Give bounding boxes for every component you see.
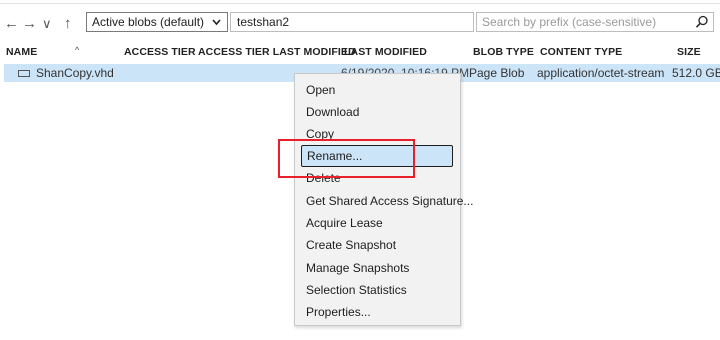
column-header-access-tier-last-modified[interactable]: ACCESS TIER LAST MODIFIED	[198, 46, 356, 58]
search-icon[interactable]	[695, 15, 709, 29]
column-header-last-modified[interactable]: LAST MODIFIED	[344, 46, 427, 58]
file-icon	[18, 70, 30, 77]
row-size: 512.0 GB	[672, 66, 720, 80]
row-blob-type: Page Blob	[469, 66, 525, 80]
context-menu: Open Download Copy Rename... Delete Get …	[294, 73, 473, 326]
row-content-type: application/octet-stream	[537, 66, 665, 80]
column-header-size[interactable]: SIZE	[677, 46, 701, 58]
history-chevron-icon[interactable]: ∨	[42, 14, 52, 34]
row-name: ShanCopy.vhd	[36, 66, 114, 80]
search-input[interactable]: Search by prefix (case-sensitive)	[476, 12, 714, 32]
column-header-access-tier[interactable]: ACCESS TIER	[124, 46, 196, 58]
search-placeholder: Search by prefix (case-sensitive)	[482, 15, 657, 29]
blob-view-select[interactable]: Active blobs (default)	[86, 12, 228, 32]
menu-item-selection-statistics[interactable]: Selection Statistics	[301, 279, 453, 301]
menu-item-rename[interactable]: Rename...	[301, 145, 453, 167]
path-value: testshan2	[237, 15, 290, 29]
forward-arrow-icon[interactable]: →	[22, 14, 37, 34]
menu-item-properties[interactable]: Properties...	[301, 301, 453, 323]
column-header-blob-type[interactable]: BLOB TYPE	[473, 46, 534, 58]
path-field[interactable]: testshan2	[230, 12, 474, 32]
menu-item-acquire-lease[interactable]: Acquire Lease	[301, 212, 453, 234]
up-arrow-icon[interactable]: ↑	[64, 14, 72, 34]
top-divider	[0, 3, 720, 4]
menu-item-download[interactable]: Download	[301, 101, 453, 123]
column-header-name[interactable]: NAME	[6, 46, 37, 58]
menu-item-copy[interactable]: Copy	[301, 123, 453, 145]
blob-view-select-value: Active blobs (default)	[92, 15, 205, 29]
menu-item-open[interactable]: Open	[301, 79, 453, 101]
back-arrow-icon[interactable]: ←	[4, 14, 19, 34]
menu-item-get-shared-access-signature[interactable]: Get Shared Access Signature...	[301, 190, 473, 212]
chevron-down-icon	[212, 13, 221, 38]
sort-ascending-icon[interactable]: ^	[75, 45, 79, 55]
menu-item-create-snapshot[interactable]: Create Snapshot	[301, 234, 453, 256]
column-header-content-type[interactable]: CONTENT TYPE	[540, 46, 622, 58]
menu-item-manage-snapshots[interactable]: Manage Snapshots	[301, 257, 453, 279]
menu-item-delete[interactable]: Delete	[301, 167, 453, 189]
